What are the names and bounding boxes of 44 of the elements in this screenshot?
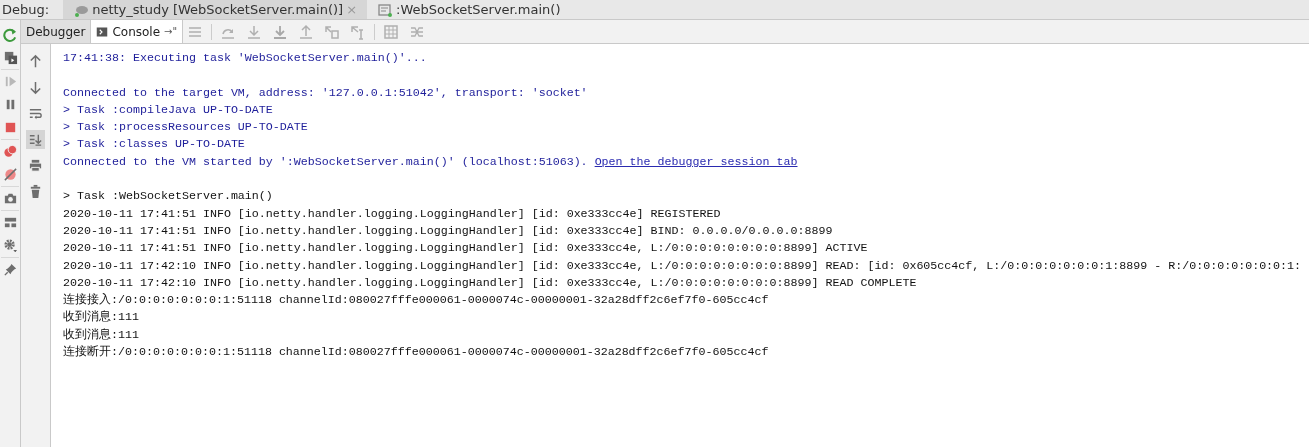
console-icon — [96, 25, 109, 38]
restore-layout-icon[interactable] — [2, 50, 18, 65]
soft-wrap-icon[interactable] — [28, 106, 43, 121]
mute-breakpoints-icon[interactable] — [2, 167, 18, 182]
panel-tab[interactable]: Debugger — [21, 20, 92, 43]
console-line: > Task :processResources UP-TO-DATE — [63, 120, 308, 135]
console-line: > Task :classes UP-TO-DATE — [63, 137, 245, 152]
scroll-to-end-toggle[interactable] — [26, 130, 45, 149]
window-icon — [377, 1, 394, 18]
print-icon[interactable] — [28, 158, 43, 173]
step-out-icon[interactable] — [298, 23, 315, 40]
panel-label: Debug: — [1, 1, 51, 19]
drop-frame-icon[interactable] — [324, 23, 341, 40]
session-tab[interactable]: netty_study [WebSocketServer.main()] × — [63, 0, 368, 19]
console-line: 2020-10-11 17:42:10 INFO [io.netty.handler.logging.LoggingHandler] [id: 0xe333cc4e, L:/0:0:0:0:0:0:0:0:8899] READ: [id: 0x605cc4cf, L:/0:0:0:0:0:0:0:1:8899 - R:/0:0:0:0:0:0:0:1: — [63, 258, 1302, 273]
console-line: 2020-10-11 17:41:51 INFO [io.netty.handler.logging.LoggingHandler] [id: 0xe333cc4e, L:/0:0:0:0:0:0:0:0:8899] ACTIVE — [63, 241, 868, 256]
session-tab[interactable]: :WebSocketServer.main() — [367, 0, 571, 19]
console-line: 2020-10-11 17:41:51 INFO [io.netty.handler.logging.LoggingHandler] [id: 0xe333cc4e] REGISTERED — [63, 206, 721, 221]
scroll-to-end-icon — [28, 132, 43, 147]
panel-tab[interactable]: Console →" — [91, 20, 184, 43]
up-arrow-icon[interactable] — [28, 54, 43, 69]
console-line: Connected to the VM started by ':WebSocketServer.main()' (localhost:51063). — [63, 154, 589, 169]
console-line: 连接接入:/0:0:0:0:0:0:0:1:51118 channelId:080027fffe000061-0000074c-00000001-32a28dff2c6ef7f0-605cc4cf — [63, 293, 769, 308]
settings-icon[interactable] — [2, 238, 18, 253]
console-line: 2020-10-11 17:42:10 INFO [io.netty.handler.logging.LoggingHandler] [id: 0xe333cc4e, L:/0:0:0:0:0:0:0:0:8899] READ COMPLETE — [63, 275, 917, 290]
debugger-tab-link[interactable]: Open the debugger session tab — [594, 154, 798, 169]
console-line: 连接断开:/0:0:0:0:0:0:0:1:51118 channelId:080027fffe000061-0000074c-00000001-32a28dff2c6ef7f0-605cc4cf — [63, 345, 769, 360]
pin-icon[interactable] — [2, 262, 18, 277]
console-line: 收到消息:111 — [63, 310, 139, 325]
layout-icon[interactable] — [2, 215, 18, 230]
console-line: Connected to the target VM, address: '127.0.0.1:51042', transport: 'socket' — [63, 85, 588, 100]
console-line: 2020-10-11 17:41:51 INFO [io.netty.handler.logging.LoggingHandler] [id: 0xe333cc4e] BIND: 0.0.0.0/0.0.0.0:8899 — [63, 223, 833, 238]
breakpoints-icon[interactable] — [2, 144, 18, 159]
down-arrow-icon[interactable] — [28, 80, 43, 95]
camera-icon[interactable] — [2, 191, 18, 206]
force-step-into-icon[interactable] — [272, 23, 289, 40]
step-into-icon[interactable] — [246, 23, 263, 40]
trash-icon[interactable] — [28, 184, 43, 199]
console-line: 收到消息:111 — [63, 327, 139, 342]
pin-tab-icon[interactable]: →" — [164, 26, 178, 37]
console-line: > Task :WebSocketServer.main() — [63, 189, 273, 204]
console-line: > Task :compileJava UP-TO-DATE — [63, 102, 273, 117]
rerun-icon[interactable] — [2, 27, 18, 42]
console-line: 17:41:38: Executing task 'WebSocketServer.main()'... — [63, 51, 427, 65]
